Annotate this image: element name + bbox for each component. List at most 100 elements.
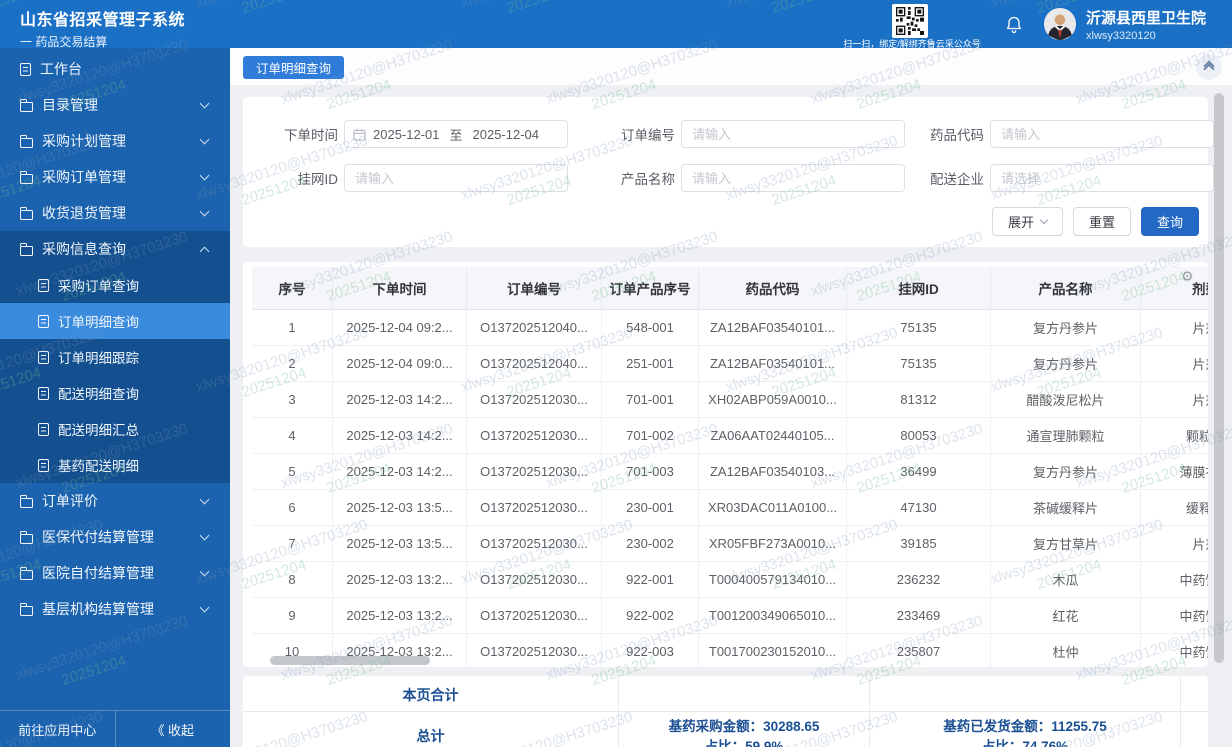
date-separator: 至 (449, 127, 463, 143)
sidebar-item-label: 采购订单管理 (42, 169, 126, 185)
table-cell: 39185 (847, 526, 991, 561)
chevron-up-icon (199, 246, 210, 256)
table-cell: 2025-12-04 09:0... (333, 346, 467, 381)
table-cell: O137202512030... (467, 382, 602, 417)
table-cell: 薄膜衣片 (1141, 454, 1208, 489)
folder-icon (19, 566, 33, 580)
sidebar-subitem[interactable]: 配送明细查询 (0, 375, 230, 411)
horizontal-scrollbar[interactable] (270, 656, 430, 665)
sidebar-item-label: 工作台 (40, 61, 82, 77)
table-cell: 2025-12-03 13:2... (333, 562, 467, 597)
column-header: 订单产品序号 (602, 267, 699, 309)
table-row[interactable]: 5 2025-12-03 14:2... O137202512030... 701-0… (252, 454, 1208, 490)
purchase-ratio: 占比：59.9% (704, 739, 784, 747)
table-cell: 片剂 (1141, 382, 1208, 417)
table-row[interactable]: 4 2025-12-03 14:2... O137202512030... 701-0… (252, 418, 1208, 454)
sidebar-item[interactable]: 采购计划管理 (0, 123, 230, 159)
table-cell: 片剂 (1141, 526, 1208, 561)
sidebar-subitem[interactable]: 基药配送明细 (0, 447, 230, 483)
product-name-input[interactable] (681, 164, 905, 192)
table-cell: 2025-12-03 13:5... (333, 526, 467, 561)
sidebar-subitem-label: 配送明细汇总 (58, 423, 139, 438)
sidebar-item[interactable]: 医院自付结算管理 (0, 555, 230, 591)
sidebar-item[interactable]: 收货退货管理 (0, 195, 230, 231)
delivered-amount: 基药已发货金额：11255.75 (943, 719, 1107, 734)
collapse-top-button[interactable] (1196, 54, 1222, 80)
sidebar-subitem-label: 订单明细跟踪 (58, 351, 139, 366)
table-cell: 7 (252, 526, 333, 561)
folder-icon (19, 242, 33, 256)
table-cell: ZA12BAF03540101... (699, 346, 847, 381)
sidebar-item[interactable]: 工作台 (0, 51, 230, 87)
sidebar-item[interactable]: 采购订单管理 (0, 159, 230, 195)
sidebar-item[interactable]: 采购信息查询 (0, 231, 230, 267)
table-cell: 80053 (847, 418, 991, 453)
sidebar-subitem-label: 订单明细查询 (58, 315, 139, 330)
delivered-ratio: 占比：74.76% (981, 739, 1069, 747)
user-avatar[interactable] (1043, 7, 1077, 41)
username: xlwsy3320120 (1086, 30, 1156, 42)
drug-code-input[interactable] (990, 120, 1214, 148)
bell-icon[interactable] (1004, 15, 1024, 35)
table-cell: XH02ABP059A0010... (699, 382, 847, 417)
table-cell: 5 (252, 454, 333, 489)
summary-empty-cell (870, 676, 1181, 711)
sidebar-item[interactable]: 订单评价 (0, 483, 230, 519)
sidebar-item[interactable]: 目录管理 (0, 87, 230, 123)
orders-table: 序号下单时间订单编号订单产品序号药品代码挂网ID产品名称剂型 12025-12-… (252, 267, 1208, 667)
tab-order-detail-query[interactable]: 订单明细查询 (243, 56, 345, 79)
table-cell: 中药饮片 (1141, 562, 1208, 597)
sidebar-subitem[interactable]: 配送明细汇总 (0, 411, 230, 447)
table-row[interactable]: 8 2025-12-03 13:2... O137202512030... 922-0… (252, 562, 1208, 598)
expand-button[interactable]: 展开 (991, 207, 1063, 236)
table-cell: 中药饮片 (1141, 634, 1208, 667)
listing-id-input[interactable] (344, 164, 568, 192)
chevron-down-icon (199, 494, 210, 504)
order-no-field: 订单编号 (591, 120, 905, 148)
user-info-block: 沂源县西里卫生院 xlwsy3320120 (1086, 7, 1206, 42)
order-time-range-input[interactable]: 2025-12-01 至 2025-12-04 (344, 120, 568, 148)
order-no-input[interactable] (681, 120, 905, 148)
table-row[interactable]: 6 2025-12-03 13:5... O137202512030... 230-0… (252, 490, 1208, 526)
table-cell: 缓释片 (1141, 490, 1208, 525)
table-cell: ZA12BAF03540101... (699, 310, 847, 345)
table-row[interactable]: 3 2025-12-03 14:2... O137202512030... 701-0… (252, 382, 1208, 418)
table-cell: 2025-12-04 09:2... (333, 310, 467, 345)
search-button[interactable]: 查询 (1140, 207, 1199, 236)
column-settings-gear-icon[interactable]: ⚙ (1181, 269, 1194, 285)
app-title-block: 山东省招采管理子系统 一 药品交易结算 (20, 6, 185, 50)
chevron-down-icon (199, 530, 210, 540)
table-cell: O137202512030... (467, 634, 602, 667)
delivery-company-select[interactable] (990, 164, 1214, 192)
table-cell: 922-003 (602, 634, 699, 667)
sidebar-subitem[interactable]: 订单明细跟踪 (0, 339, 230, 375)
document-icon (38, 386, 49, 400)
table-cell: O137202512030... (467, 454, 602, 489)
table-row[interactable]: 1 2025-12-04 09:2... O137202512040... 548-0… (252, 310, 1208, 346)
table-cell: 230-002 (602, 526, 699, 561)
folder-icon (19, 134, 33, 148)
folder-icon (19, 170, 33, 184)
sidebar-subitem[interactable]: 订单明细查询 (0, 303, 230, 339)
table-cell: 1 (252, 310, 333, 345)
document-icon (38, 350, 49, 364)
table-cell: 47130 (847, 490, 991, 525)
sidebar-item-label: 订单评价 (42, 493, 98, 509)
table-row[interactable]: 9 2025-12-03 13:2... O137202512030... 922-0… (252, 598, 1208, 634)
collapse-sidebar-button[interactable]: 《 收起 (116, 711, 231, 747)
page-total-label: 本页合计 (402, 687, 459, 703)
vertical-scrollbar[interactable] (1214, 93, 1224, 663)
chevron-down-icon (1039, 215, 1049, 225)
sidebar-item[interactable]: 医保代付结算管理 (0, 519, 230, 555)
reset-button[interactable]: 重置 (1072, 207, 1131, 236)
table-row[interactable]: 7 2025-12-03 13:5... O137202512030... 230-0… (252, 526, 1208, 562)
document-icon (38, 314, 49, 328)
table-row[interactable]: 2 2025-12-04 09:0... O137202512040... 251-0… (252, 346, 1208, 382)
table-cell: 8 (252, 562, 333, 597)
sidebar-item-label: 收货退货管理 (42, 205, 126, 221)
table-cell: XR03DAC011A0100... (699, 490, 847, 525)
table-cell: 茶碱缓释片 (991, 490, 1141, 525)
app-center-button[interactable]: 前往应用中心 (0, 711, 116, 747)
sidebar-item[interactable]: 基层机构结算管理 (0, 591, 230, 627)
sidebar-subitem[interactable]: 采购订单查询 (0, 267, 230, 303)
